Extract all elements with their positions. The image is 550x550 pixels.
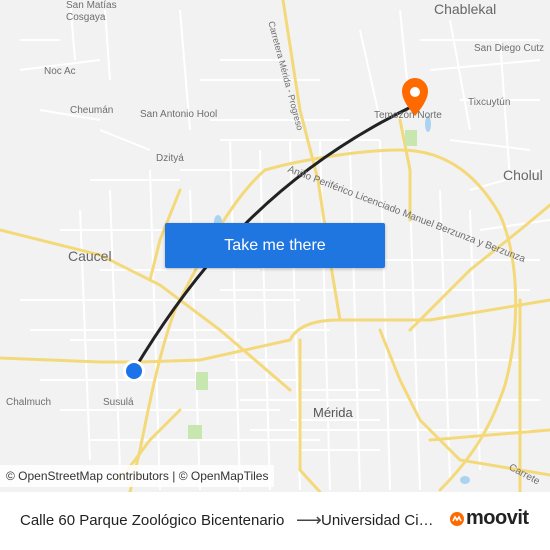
label-dzitya: Dzityá bbox=[156, 153, 184, 164]
arrow-right-icon: ⟶ bbox=[296, 510, 322, 530]
origin-stop-name: Calle 60 Parque Zoológico Bicentenario bbox=[20, 512, 285, 529]
origin-marker bbox=[123, 360, 145, 382]
label-chalmuch: Chalmuch bbox=[6, 397, 52, 408]
destination-name: Universidad Científica del Sur bbox=[321, 512, 439, 529]
label-merida: Mérida bbox=[313, 405, 353, 420]
label-caucel: Caucel bbox=[68, 248, 112, 264]
moovit-logo[interactable]: moovit bbox=[450, 507, 529, 530]
label-chablekal: Chablekal bbox=[434, 1, 497, 17]
take-me-there-button[interactable]: Take me there bbox=[165, 223, 385, 268]
label-temozon: Temozón Norte bbox=[374, 110, 442, 121]
map[interactable]: San Matías Cosgaya Chablekal San Diego C… bbox=[0, 0, 550, 492]
moovit-logo-icon bbox=[450, 511, 464, 526]
label-san-antonio: San Antonio Hool bbox=[140, 109, 218, 120]
label-san-matias: San Matías Cosgaya bbox=[66, 0, 117, 23]
label-san-diego: San Diego Cutz bbox=[474, 43, 545, 54]
label-susula: Susulá bbox=[103, 397, 134, 408]
label-noc-ac: Noc Ac bbox=[44, 66, 76, 77]
moovit-wordmark: moovit bbox=[466, 507, 529, 529]
map-attribution[interactable]: © OpenStreetMap contributors | © OpenMap… bbox=[0, 465, 275, 487]
label-cheuman: Cheumán bbox=[70, 105, 114, 116]
label-cholul: Cholul bbox=[503, 167, 543, 183]
label-tixcuytun: Tixcuytún bbox=[468, 97, 511, 108]
